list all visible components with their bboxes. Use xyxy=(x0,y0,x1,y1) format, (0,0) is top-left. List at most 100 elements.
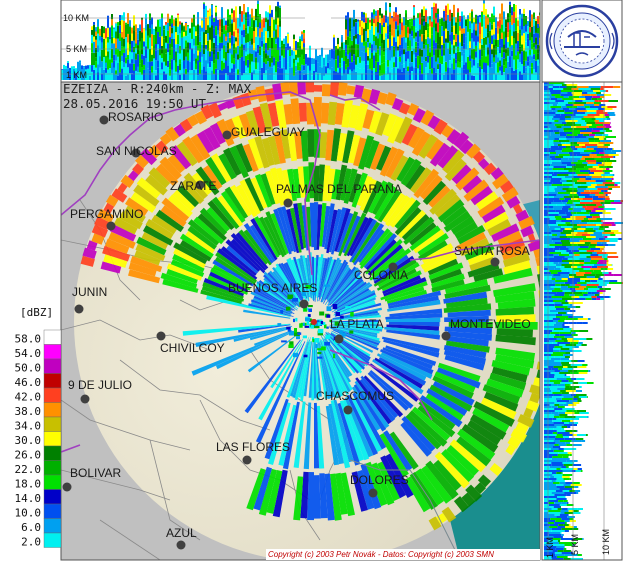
profile-column xyxy=(221,42,223,49)
profile-column xyxy=(493,34,495,40)
profile-column xyxy=(323,65,325,76)
profile-row xyxy=(564,228,572,230)
profile-column xyxy=(281,45,283,56)
profile-row xyxy=(561,150,574,152)
profile-row xyxy=(604,154,609,156)
profile-column xyxy=(351,71,353,80)
profile-column xyxy=(459,26,461,31)
profile-row xyxy=(552,326,563,328)
profile-row xyxy=(574,276,587,278)
profile-row xyxy=(557,174,569,176)
profile-column xyxy=(265,31,267,43)
profile-column xyxy=(471,11,473,24)
profile-row xyxy=(544,316,556,318)
profile-column xyxy=(205,45,207,50)
profile-column xyxy=(251,27,253,39)
profile-row xyxy=(556,308,565,310)
profile-column xyxy=(351,45,353,57)
profile-row xyxy=(587,240,599,242)
profile-column xyxy=(161,53,163,58)
profile-column xyxy=(457,51,459,62)
profile-row xyxy=(591,178,601,180)
profile-column xyxy=(525,41,527,52)
profile-column xyxy=(401,54,403,65)
profile-row xyxy=(555,150,562,152)
profile-column xyxy=(467,15,469,19)
profile-column xyxy=(457,8,459,13)
profile-row xyxy=(604,172,610,174)
profile-column xyxy=(311,75,313,80)
profile-column xyxy=(525,31,527,42)
profile-column xyxy=(157,19,159,23)
profile-row xyxy=(576,322,583,324)
echo-clutter xyxy=(303,354,308,358)
echo-clutter xyxy=(317,356,323,359)
profile-column xyxy=(353,19,355,27)
profile-column xyxy=(457,34,459,47)
profile-column xyxy=(87,65,89,69)
profile-row xyxy=(569,284,576,286)
profile-row xyxy=(584,166,593,168)
profile-row xyxy=(577,106,585,108)
echo-clutter xyxy=(295,317,298,322)
radar-site-marker xyxy=(311,319,317,325)
profile-column xyxy=(293,51,295,59)
profile-row xyxy=(587,114,600,116)
profile-column xyxy=(455,63,457,68)
profile-column xyxy=(505,53,507,58)
profile-row xyxy=(544,186,557,188)
profile-column xyxy=(513,31,515,39)
profile-row xyxy=(549,244,562,246)
profile-row xyxy=(571,228,578,230)
profile-row xyxy=(583,294,588,296)
profile-row xyxy=(559,414,568,416)
profile-row xyxy=(611,224,616,226)
profile-column xyxy=(219,69,221,80)
profile-row xyxy=(569,348,573,350)
profile-row xyxy=(564,110,577,112)
profile-row xyxy=(569,310,576,312)
profile-column xyxy=(95,27,97,32)
profile-row xyxy=(551,160,561,162)
profile-row xyxy=(586,210,592,212)
profile-row xyxy=(592,200,605,202)
profile-row xyxy=(555,386,566,388)
profile-row xyxy=(582,234,591,236)
profile-column xyxy=(239,34,241,47)
profile-column xyxy=(357,19,359,22)
profile-row xyxy=(555,344,560,346)
profile-column xyxy=(409,28,411,34)
profile-column xyxy=(249,53,251,65)
profile-column xyxy=(159,49,161,56)
profile-row xyxy=(586,216,593,218)
profile-column xyxy=(115,23,117,32)
profile-row xyxy=(576,430,578,432)
profile-column xyxy=(501,24,503,33)
profile-column xyxy=(223,68,225,80)
profile-column xyxy=(125,75,127,80)
profile-row xyxy=(565,204,576,206)
profile-column xyxy=(537,53,539,60)
profile-column xyxy=(443,9,445,11)
profile-column xyxy=(533,59,535,70)
profile-column xyxy=(117,38,119,50)
profile-column xyxy=(157,49,159,61)
profile-row xyxy=(565,222,571,224)
profile-row xyxy=(586,146,598,148)
profile-row xyxy=(594,104,600,106)
profile-column xyxy=(423,15,425,22)
profile-row xyxy=(600,246,605,248)
profile-row xyxy=(544,104,553,106)
profile-column xyxy=(383,63,385,75)
profile-row xyxy=(550,332,560,334)
echo-clutter xyxy=(293,352,299,358)
profile-row xyxy=(544,348,553,350)
profile-row xyxy=(571,92,582,94)
profile-row xyxy=(599,104,606,106)
profile-column xyxy=(297,42,299,49)
profile-row xyxy=(555,100,564,102)
profile-column xyxy=(173,38,175,49)
profile-column xyxy=(405,13,407,26)
profile-row xyxy=(562,258,568,260)
radar-display: ROSARIO GUALEGUAY SAN NICOLAS ZARATE PERGAMI… xyxy=(0,0,623,562)
